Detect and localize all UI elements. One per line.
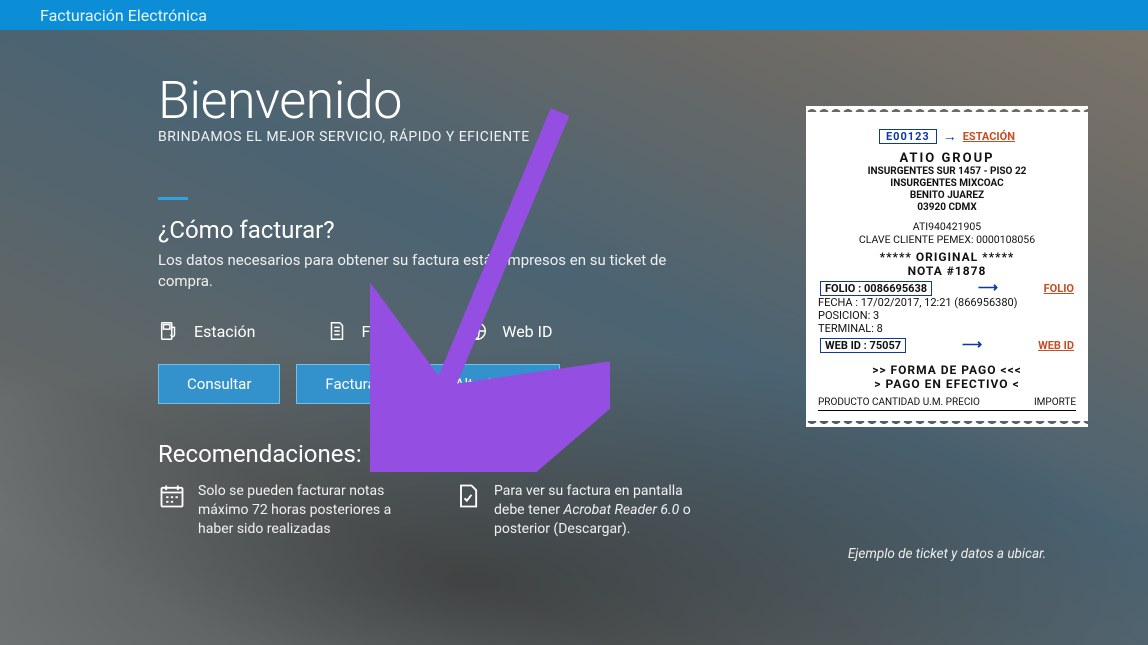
receipt-webid-box: WEB ID : 75057 — [820, 338, 906, 353]
field-webid-label: Web ID — [502, 322, 552, 341]
receipt-estacion-label: ESTACIÓN — [963, 130, 1015, 143]
rec-text-2: Para ver su factura en pantalla debe ten… — [494, 482, 714, 539]
field-folio: Folio — [326, 320, 397, 342]
tagline: BRINDAMOS EL MEJOR SERVICIO, RÁPIDO Y EF… — [158, 129, 743, 145]
webid-icon — [466, 320, 488, 342]
receipt-clave: CLAVE CLIENTE PEMEX: 0000108056 — [818, 233, 1076, 246]
station-icon — [158, 320, 180, 342]
receipt-addr3: BENITO JUAREZ — [818, 190, 1076, 202]
alta-cliente-button[interactable]: Alta Cliente — [426, 364, 560, 404]
sample-receipt: E00123 → ESTACIÓN ATIO GROUP INSURGENTES… — [806, 112, 1088, 421]
receipt-original: ***** ORIGINAL ***** — [818, 250, 1076, 264]
rec-item-1: Solo se pueden facturar notas máximo 72 … — [158, 482, 418, 539]
arrow-right-icon: ⟶ — [978, 280, 998, 296]
howto-desc: Los datos necesarios para obtener su fac… — [158, 250, 718, 292]
pdf-icon — [454, 482, 482, 510]
receipt-forma: >> FORMA DE PAGO <<< — [818, 363, 1076, 377]
receipt-pago: > PAGO EN EFECTIVO < — [818, 377, 1076, 391]
rec-item-2: Para ver su factura en pantalla debe ten… — [454, 482, 714, 539]
receipt-posicion: POSICION: 3 — [818, 309, 1076, 322]
divider — [158, 197, 188, 200]
receipt-webid-label: WEB ID — [1038, 339, 1074, 352]
topbar: Facturación Electrónica — [0, 0, 1148, 30]
required-fields: Estación Folio Web ID — [158, 320, 743, 342]
receipt-nota: NOTA #1878 — [818, 264, 1076, 278]
facturar-button[interactable]: Facturar — [296, 364, 409, 404]
receipt-terminal: TERMINAL: 8 — [818, 322, 1076, 335]
hero: Bienvenido BRINDAMOS EL MEJOR SERVICIO, … — [0, 30, 1148, 645]
receipt-addr1: INSURGENTES SUR 1457 - PISO 22 — [818, 166, 1076, 178]
receipt-rfc: ATI940421905 — [818, 220, 1076, 233]
receipt-prodhdr-left: PRODUCTO CANTIDAD U.M. PRECIO — [818, 397, 980, 408]
receipt-caption: Ejemplo de ticket y datos a ubicar. — [806, 546, 1088, 562]
receipt-addr2: INSURGENTES MIXCOAC — [818, 178, 1076, 190]
rec2-em: Acrobat Reader 6.0 — [563, 502, 679, 518]
field-estacion: Estación — [158, 320, 256, 342]
receipt-company: ATIO GROUP — [818, 151, 1076, 166]
howto-title: ¿Cómo facturar? — [158, 216, 743, 244]
field-webid: Web ID — [466, 320, 552, 342]
consultar-button[interactable]: Consultar — [158, 364, 280, 404]
recommendations-title: Recomendaciones: — [158, 440, 743, 468]
receipt-prodhdr-right: IMPORTE — [1034, 397, 1076, 408]
calendar-icon — [158, 482, 186, 510]
receipt-estacion-code: E00123 — [879, 129, 937, 144]
receipt-addr4: 03920 CDMX — [818, 202, 1076, 214]
receipt-folio-label: FOLIO — [1044, 282, 1074, 295]
arrow-right-icon: ⟶ — [962, 337, 982, 353]
app-title: Facturación Electrónica — [40, 6, 207, 25]
rec-text-1: Solo se pueden facturar notas máximo 72 … — [198, 482, 418, 539]
welcome-heading: Bienvenido — [158, 70, 743, 131]
document-icon — [326, 320, 348, 342]
receipt-folio-box: FOLIO : 0086695638 — [820, 281, 932, 296]
button-row: Consultar Facturar Alta Cliente — [158, 364, 743, 404]
arrow-right-icon: → — [943, 128, 957, 145]
receipt-product-header: PRODUCTO CANTIDAD U.M. PRECIO IMPORTE — [818, 397, 1076, 411]
field-estacion-label: Estación — [194, 322, 256, 341]
recommendations: Solo se pueden facturar notas máximo 72 … — [158, 482, 743, 539]
receipt-fecha: FECHA : 17/02/2017, 12:21 (866956380) — [818, 296, 1076, 309]
field-folio-label: Folio — [362, 322, 397, 341]
